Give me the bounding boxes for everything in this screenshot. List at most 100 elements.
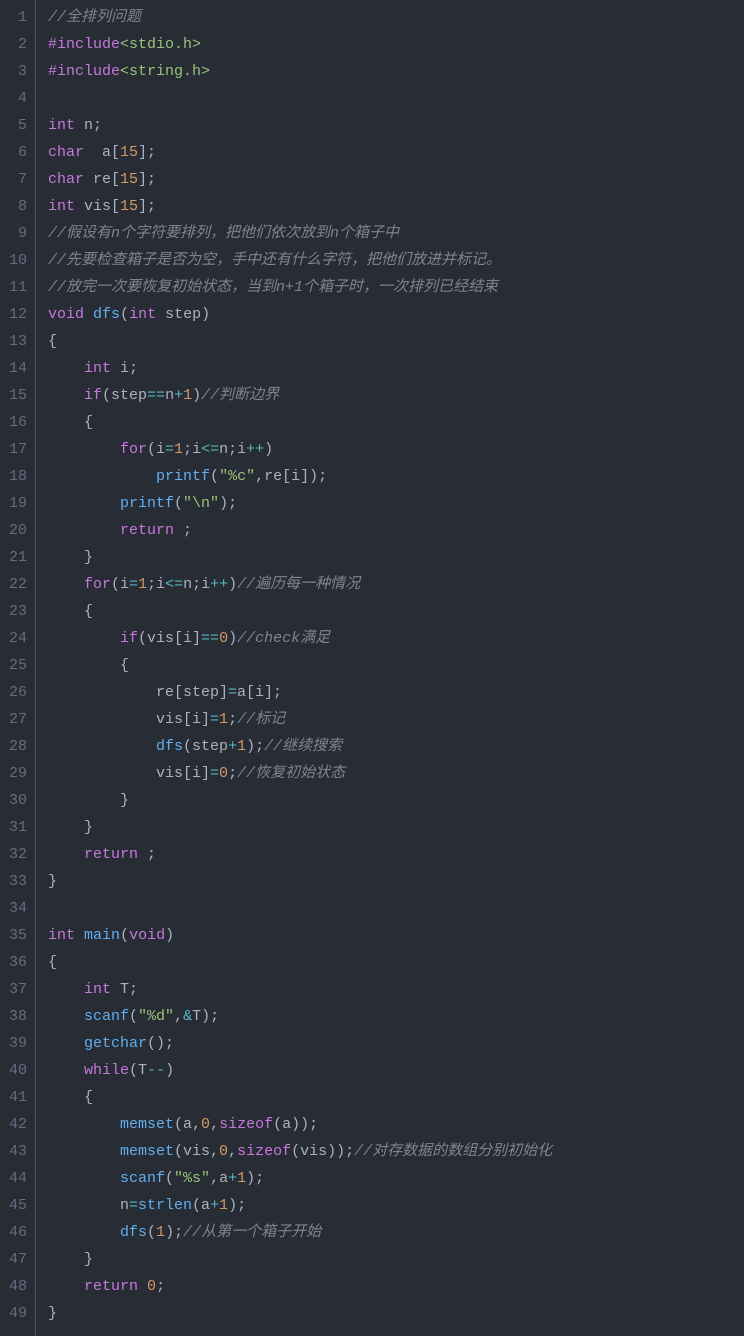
code-line: //全排列问题 — [48, 4, 744, 31]
code-token: re[step] — [48, 684, 228, 701]
code-token: for — [120, 441, 147, 458]
code-token: } — [48, 792, 129, 809]
code-token: = — [129, 1197, 138, 1214]
code-token: + — [174, 387, 183, 404]
code-token — [84, 306, 93, 323]
code-token: getchar — [84, 1035, 147, 1052]
code-token: vis[i] — [48, 711, 210, 728]
code-token: ; — [156, 1278, 165, 1295]
code-token — [48, 981, 84, 998]
line-number: 6 — [4, 139, 27, 166]
code-token: = — [129, 576, 138, 593]
code-token: 1 — [156, 1224, 165, 1241]
code-token — [48, 1008, 84, 1025]
code-token: scanf — [84, 1008, 129, 1025]
code-token — [48, 1035, 84, 1052]
code-line: { — [48, 409, 744, 436]
line-number: 17 — [4, 436, 27, 463]
code-token: ,a — [210, 1170, 228, 1187]
code-line: for(i=1;i<=n;i++)//遍历每一种情况 — [48, 571, 744, 598]
code-line: #include<stdio.h> — [48, 31, 744, 58]
code-line: vis[i]=1;//标记 — [48, 706, 744, 733]
code-token: 15 — [120, 198, 138, 215]
code-token: #include — [48, 36, 120, 53]
line-number: 49 — [4, 1300, 27, 1327]
code-line: { — [48, 1084, 744, 1111]
line-number: 11 — [4, 274, 27, 301]
code-token: ) — [264, 441, 273, 458]
code-line: { — [48, 949, 744, 976]
code-token: 1 — [138, 576, 147, 593]
code-token: //继续搜索 — [264, 738, 342, 755]
code-token: + — [210, 1197, 219, 1214]
line-number: 37 — [4, 976, 27, 1003]
code-line: scanf("%d",&T); — [48, 1003, 744, 1030]
code-token: (vis)); — [291, 1143, 354, 1160]
code-token: step) — [156, 306, 210, 323]
code-token — [75, 927, 84, 944]
code-token: (a)); — [273, 1116, 318, 1133]
code-token: ( — [174, 495, 183, 512]
line-number: 10 — [4, 247, 27, 274]
code-token — [48, 738, 156, 755]
code-token: while — [84, 1062, 129, 1079]
code-token: //对存数据的数组分别初始化 — [354, 1143, 552, 1160]
code-line: void dfs(int step) — [48, 301, 744, 328]
code-token: //判断边界 — [201, 387, 279, 404]
code-token: <string.h> — [120, 63, 210, 80]
code-token: vis[ — [75, 198, 120, 215]
code-token: T; — [111, 981, 138, 998]
code-line: //假设有n个字符要排列，把他们依次放到n个箱子中 — [48, 220, 744, 247]
code-token: memset — [120, 1116, 174, 1133]
code-token: (a — [192, 1197, 210, 1214]
line-number: 47 — [4, 1246, 27, 1273]
code-token: n — [165, 387, 174, 404]
code-token: ; — [174, 522, 192, 539]
line-number: 30 — [4, 787, 27, 814]
code-token: ]; — [138, 144, 156, 161]
code-token: 0 — [219, 1143, 228, 1160]
code-token: "%s" — [174, 1170, 210, 1187]
code-token: void — [129, 927, 165, 944]
code-token: 15 — [120, 171, 138, 188]
line-number: 15 — [4, 382, 27, 409]
code-token — [48, 387, 84, 404]
code-token: return — [84, 1278, 138, 1295]
code-line: //先要检查箱子是否为空，手中还有什么字符，把他们放进并标记。 — [48, 247, 744, 274]
code-token — [48, 1224, 120, 1241]
code-line: dfs(1);//从第一个箱子开始 — [48, 1219, 744, 1246]
line-number: 31 — [4, 814, 27, 841]
code-line: { — [48, 598, 744, 625]
code-token: ); — [228, 1197, 246, 1214]
code-token — [48, 360, 84, 377]
line-number-gutter: 1234567891011121314151617181920212223242… — [0, 0, 36, 1336]
code-token: ) — [165, 927, 174, 944]
code-token: n;i — [219, 441, 246, 458]
code-token: dfs — [120, 1224, 147, 1241]
code-token: ]; — [138, 171, 156, 188]
code-token: int — [48, 198, 75, 215]
code-token: a[i]; — [237, 684, 282, 701]
code-token — [48, 1062, 84, 1079]
code-token: { — [48, 603, 93, 620]
code-token — [48, 522, 120, 539]
code-line: printf("\n"); — [48, 490, 744, 517]
line-number: 3 — [4, 58, 27, 85]
code-line: char a[15]; — [48, 139, 744, 166]
code-token: scanf — [120, 1170, 165, 1187]
code-token: <= — [201, 441, 219, 458]
code-token: printf — [120, 495, 174, 512]
code-token: } — [48, 873, 57, 890]
code-token: ( — [147, 1224, 156, 1241]
code-token: } — [48, 1305, 57, 1322]
code-token — [48, 495, 120, 512]
code-token — [48, 846, 84, 863]
line-number: 13 — [4, 328, 27, 355]
code-line: } — [48, 1300, 744, 1327]
line-number: 14 — [4, 355, 27, 382]
code-token: ) — [192, 387, 201, 404]
code-token: //标记 — [237, 711, 285, 728]
line-number: 44 — [4, 1165, 27, 1192]
code-token: vis[i] — [48, 765, 210, 782]
code-token: ); — [246, 738, 264, 755]
